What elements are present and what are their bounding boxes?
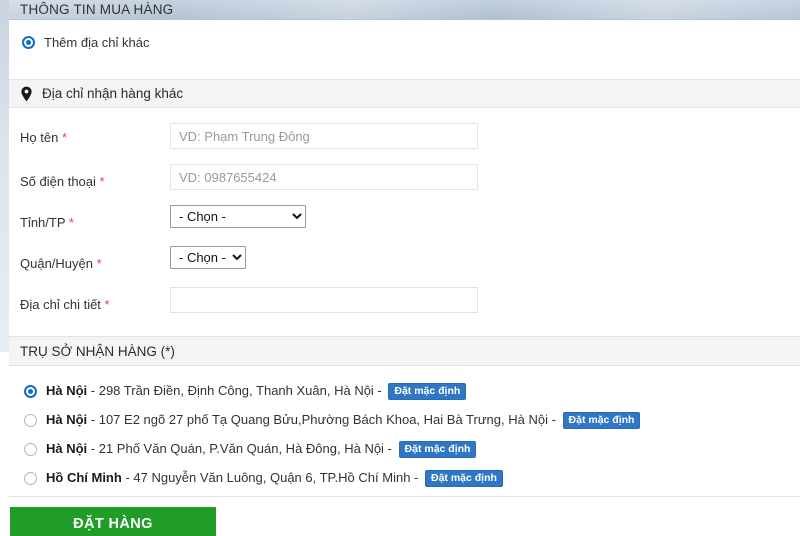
pickup-option-address: - 107 E2 ngõ 27 phố Tạ Quang Bửu,Phường … [87, 412, 560, 427]
province-label-text: Tỉnh/TP [20, 215, 66, 230]
pickup-option-row[interactable]: Hồ Chí Minh - 47 Nguyễn Văn Luông, Quận … [24, 470, 503, 487]
map-pin-icon [20, 86, 33, 102]
pickup-option-city: Hà Nội [46, 383, 88, 398]
detail-address-label-text: Địa chỉ chi tiết [20, 297, 101, 312]
other-address-radio[interactable] [22, 36, 35, 49]
phone-label-text: Số điện thoại [20, 174, 96, 189]
detail-address-input[interactable] [170, 287, 478, 313]
district-select[interactable]: - Chọn - [170, 246, 246, 269]
detail-address-label: Địa chỉ chi tiết * [20, 297, 110, 312]
other-address-section-header: Địa chỉ nhận hàng khác [9, 79, 800, 108]
pickup-option-radio[interactable] [24, 443, 37, 456]
pickup-option-city: Hà Nội [46, 412, 88, 427]
pickup-option-row[interactable]: Hà Nội - 107 E2 ngõ 27 phố Tạ Quang Bửu,… [24, 412, 641, 429]
district-label-text: Quận/Huyện [20, 256, 93, 271]
detail-address-required-mark: * [104, 297, 110, 312]
pickup-option-text: Hà Nội - 298 Trần Điền, Định Công, Thanh… [46, 383, 467, 400]
phone-label: Số điện thoại * [20, 174, 105, 189]
other-address-section-title: Địa chỉ nhận hàng khác [42, 86, 184, 101]
pickup-option-radio[interactable] [24, 472, 37, 485]
page-left-edge-strip [0, 0, 9, 352]
pickup-option-address: - 21 Phố Văn Quán, P.Văn Quán, Hà Đông, … [87, 441, 396, 456]
pickup-option-address: - 47 Nguyễn Văn Luông, Quận 6, TP.Hồ Chí… [121, 470, 422, 485]
default-badge[interactable]: Đặt mặc định [424, 470, 503, 487]
fullname-label: Họ tên * [20, 130, 67, 145]
pickup-option-row[interactable]: Hà Nội - 298 Trần Điền, Định Công, Thanh… [24, 383, 467, 400]
place-order-button[interactable]: ĐẶT HÀNG [10, 507, 216, 536]
pickup-option-city: Hồ Chí Minh [46, 470, 122, 485]
checkout-page: THÔNG TIN MUA HÀNG Thêm địa chỉ khác Địa… [0, 0, 800, 536]
pickup-section-header: TRỤ SỞ NHẬN HÀNG (*) [9, 336, 800, 366]
pickup-option-address: - 298 Trần Điền, Định Công, Thanh Xuân, … [87, 383, 386, 398]
fullname-required-mark: * [61, 130, 67, 145]
pickup-option-text: Hồ Chí Minh - 47 Nguyễn Văn Luông, Quận … [46, 470, 503, 487]
pickup-option-city: Hà Nội [46, 441, 88, 456]
fullname-label-text: Họ tên [20, 130, 59, 145]
pickup-option-radio[interactable] [24, 385, 37, 398]
default-badge[interactable]: Đặt mặc định [562, 412, 641, 429]
pickup-option-text: Hà Nội - 107 E2 ngõ 27 phố Tạ Quang Bửu,… [46, 412, 641, 429]
default-badge[interactable]: Đặt mặc định [388, 383, 467, 400]
pickup-section-title: TRỤ SỞ NHẬN HÀNG (*) [20, 343, 175, 359]
province-select[interactable]: - Chọn - [170, 205, 306, 228]
province-label: Tỉnh/TP * [20, 215, 74, 230]
page-title: THÔNG TIN MUA HÀNG [9, 0, 800, 19]
pickup-option-row[interactable]: Hà Nội - 21 Phố Văn Quán, P.Văn Quán, Hà… [24, 441, 477, 458]
phone-input[interactable] [170, 164, 478, 190]
district-label: Quận/Huyện * [20, 256, 102, 271]
default-badge[interactable]: Đặt mặc định [398, 441, 477, 458]
other-address-radio-row[interactable]: Thêm địa chỉ khác [22, 35, 150, 50]
page-title-text: THÔNG TIN MUA HÀNG [20, 2, 174, 17]
pickup-option-radio[interactable] [24, 414, 37, 427]
other-address-radio-label: Thêm địa chỉ khác [44, 35, 150, 50]
phone-required-mark: * [99, 174, 105, 189]
fullname-input[interactable] [170, 123, 478, 149]
district-required-mark: * [96, 256, 102, 271]
panel-divider [9, 496, 800, 497]
pickup-option-text: Hà Nội - 21 Phố Văn Quán, P.Văn Quán, Hà… [46, 441, 477, 458]
province-required-mark: * [68, 215, 74, 230]
